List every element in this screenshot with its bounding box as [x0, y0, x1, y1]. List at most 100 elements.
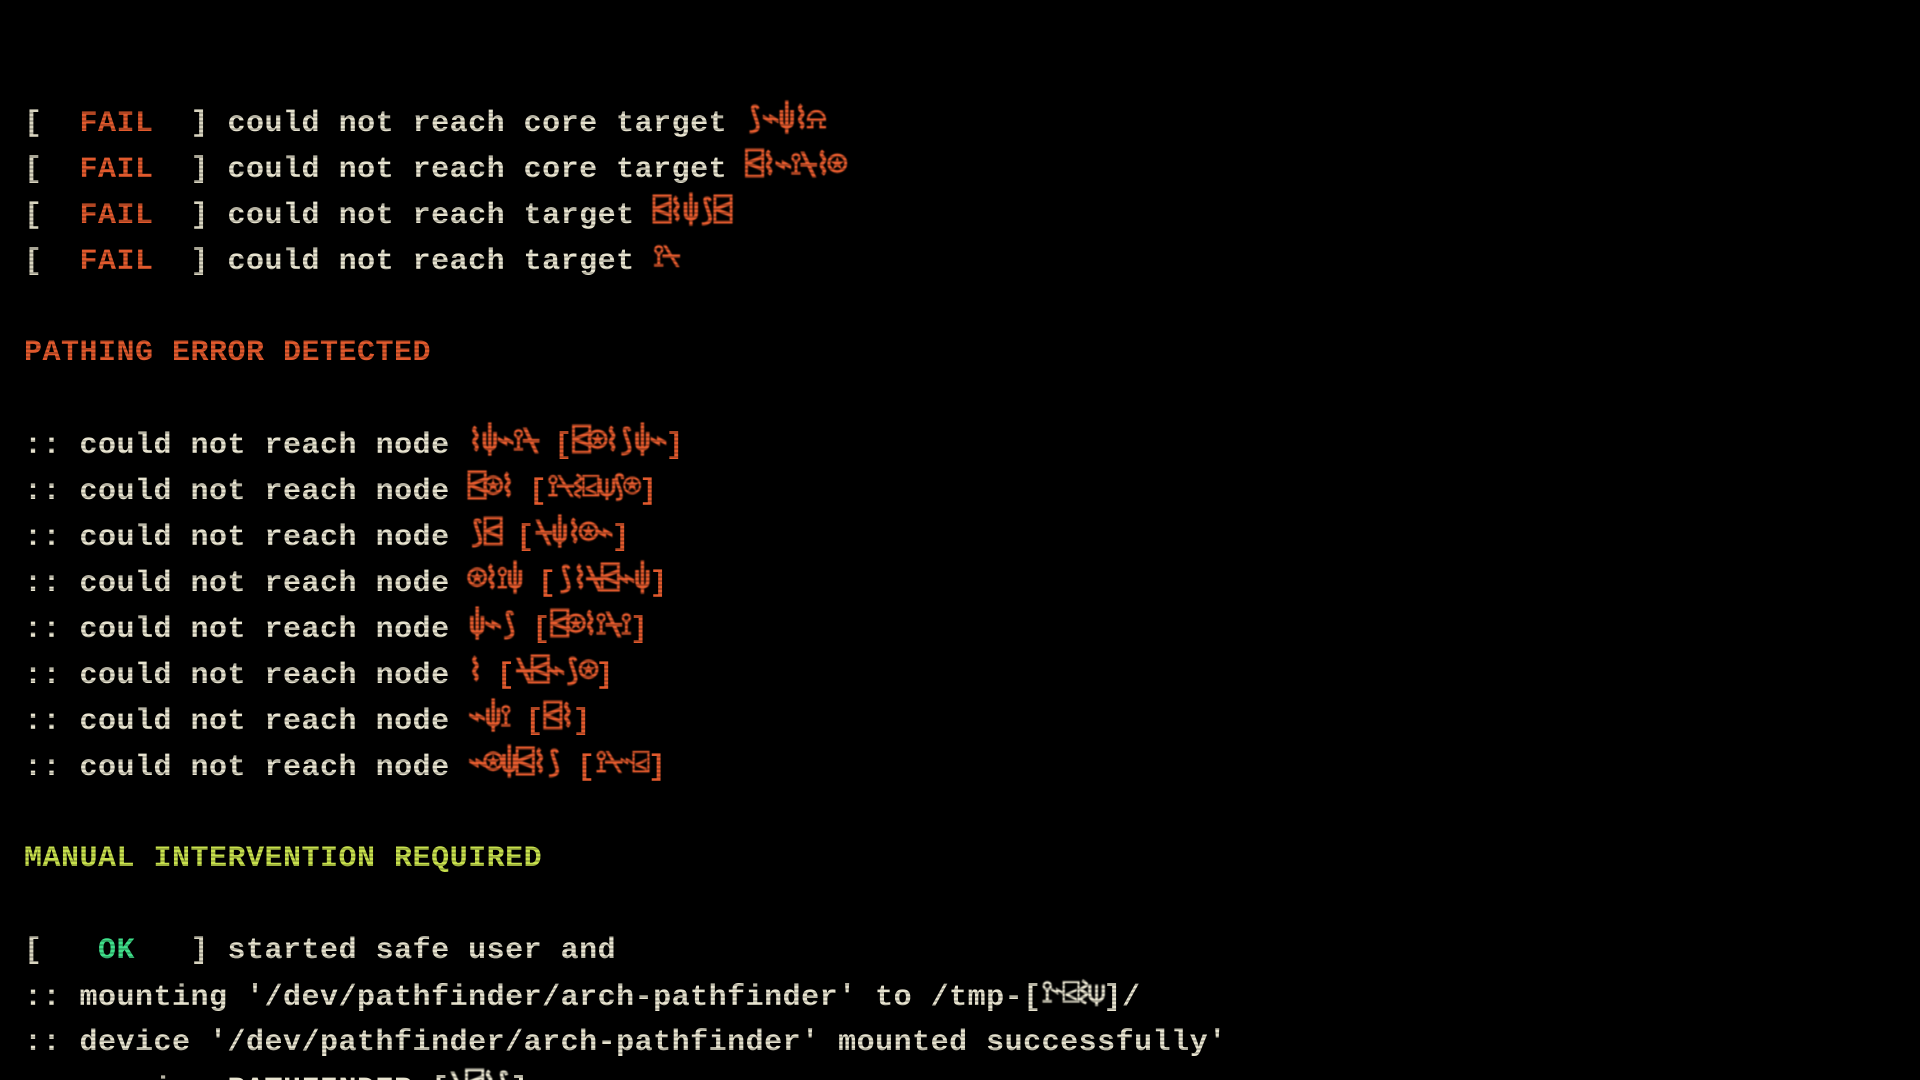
node-error-line: :: could not reach node ⍃⍟⌇ [⟟⍀⌇⍃⍦⟆⍟]: [24, 468, 1896, 514]
corrupt-path-glyph: ⟟⌁⍃⌇⍦: [1042, 972, 1104, 1018]
corrupt-target-glyph: ⟟⍀: [653, 236, 678, 282]
fail-message: could not reach core target: [228, 107, 746, 141]
corrupt-node-addr-glyph: ⍃⌇: [544, 696, 573, 742]
node-error-line: :: could not reach node ⍦⌁⟆ [⍃⍟⌇⟟⍀⟟]: [24, 606, 1896, 652]
info-text-tail: ]/: [1103, 981, 1140, 1015]
node-message: could not reach node: [80, 613, 469, 647]
status-bracket-open: [: [24, 934, 98, 968]
node-message: could not reach node: [80, 429, 469, 463]
line-prefix: ::: [24, 475, 80, 509]
corrupt-node-addr-glyph: ⟟⍀⌁⍃: [596, 742, 648, 788]
node-error-line: :: could not reach node ⟆⍃ [⍀⍦⌇⍟⌁]: [24, 514, 1896, 560]
node-bracket-close: ]: [612, 521, 631, 555]
line-prefix: ::: [24, 429, 80, 463]
boot-fail-line: [ FAIL ] could not reach target ⍃⌇⍦⟆⍃: [24, 192, 1896, 238]
corrupt-target-glyph: ⍃⌇⍦⟆⍃: [653, 190, 730, 236]
node-bracket-open: [: [538, 567, 557, 601]
corrupt-node-id-glyph: ⟆⍃: [468, 512, 516, 558]
node-bracket-open: [: [497, 659, 516, 693]
status-bracket-open: [: [24, 107, 80, 141]
node-message: could not reach node: [80, 751, 469, 785]
status-fail: FAIL: [80, 153, 154, 187]
corrupt-target-glyph: ⍃⌇⌁⟟⍀⌇⍟: [746, 144, 845, 190]
info-text-tail: ]: [510, 1073, 529, 1080]
node-error-line: :: could not reach node ⍟⌇⟟⍦ [⟆⌇⍀⍃⌁⍦]: [24, 560, 1896, 606]
status-fail: FAIL: [80, 199, 154, 233]
corrupt-node-id-glyph: ⌇: [468, 650, 497, 696]
node-message: could not reach node: [80, 705, 469, 739]
node-bracket-close: ]: [630, 613, 649, 647]
node-bracket-open: [: [525, 705, 544, 739]
node-message: could not reach node: [80, 659, 469, 693]
status-ok: OK: [98, 934, 135, 968]
corrupt-node-addr-glyph: ⍀⍃⌁⟆⍟: [515, 650, 595, 696]
info-text: :: mounting '/dev/pathfinder/arch-pathfi…: [24, 981, 1042, 1015]
corrupt-node-addr-glyph: ⍃⍟⌇⟟⍀⟟: [551, 604, 630, 650]
boot-info-line: :: mounting '/dev/pathfinder/arch-pathfi…: [24, 974, 1896, 1020]
manual-intervention-header: MANUAL INTERVENTION REQUIRED: [24, 836, 1896, 882]
status-bracket-close: ]: [154, 245, 228, 279]
status-bracket-close: ]: [154, 153, 228, 187]
node-bracket-close: ]: [648, 751, 667, 785]
boot-info-line: :: running PATHFINDER [⍀⍃⌇⟆]: [24, 1066, 1896, 1080]
boot-info-line: :: device '/dev/pathfinder/arch-pathfind…: [24, 1020, 1896, 1066]
info-text: :: device '/dev/pathfinder/arch-pathfind…: [24, 1026, 1227, 1060]
corrupt-node-addr-glyph: ⟟⍀⌇⍃⍦⟆⍟: [547, 466, 639, 512]
boot-fail-line: [ FAIL ] could not reach core target ⍃⌇⌁…: [24, 146, 1896, 192]
node-message: could not reach node: [80, 567, 469, 601]
manual-intervention-text: MANUAL INTERVENTION REQUIRED: [24, 842, 542, 876]
status-bracket-open: [: [24, 245, 80, 279]
blank-line: [24, 284, 1896, 330]
info-text: :: running PATHFINDER [: [24, 1073, 450, 1080]
node-message: could not reach node: [80, 521, 469, 555]
node-message: could not reach node: [80, 475, 469, 509]
blank-line: [24, 790, 1896, 836]
line-prefix: ::: [24, 567, 80, 601]
corrupt-node-id-glyph: ⍟⌇⟟⍦: [468, 558, 538, 604]
node-bracket-open: [: [516, 521, 535, 555]
node-bracket-open: [: [532, 613, 551, 647]
corrupt-path-glyph: ⍀⍃⌇⟆: [450, 1064, 511, 1080]
line-prefix: ::: [24, 705, 80, 739]
corrupt-node-id-glyph: ⌁⍦⟟: [468, 696, 525, 742]
corrupt-node-id-glyph: ⌇⍦⌁⟟⍀: [468, 420, 554, 466]
blank-line: [24, 882, 1896, 928]
status-bracket-open: [: [24, 199, 80, 233]
boot-fail-line: [ FAIL ] could not reach core target ⟆⌁⍦…: [24, 100, 1896, 146]
corrupt-node-addr-glyph: ⍃⍟⌇⟆⍦⌁: [573, 420, 666, 466]
boot-fail-line: [ FAIL ] could not reach target ⟟⍀: [24, 238, 1896, 284]
status-bracket-close: ]: [135, 934, 228, 968]
node-error-line: :: could not reach node ⌇ [⍀⍃⌁⟆⍟]: [24, 652, 1896, 698]
node-bracket-open: [: [554, 429, 573, 463]
node-error-line: :: could not reach node ⌁⍦⟟ [⍃⌇]: [24, 698, 1896, 744]
node-bracket-close: ]: [596, 659, 615, 693]
node-bracket-open: [: [529, 475, 548, 509]
line-prefix: ::: [24, 751, 80, 785]
node-bracket-open: [: [577, 751, 596, 785]
line-prefix: ::: [24, 613, 80, 647]
corrupt-node-id-glyph: ⍃⍟⌇: [468, 466, 529, 512]
node-bracket-close: ]: [573, 705, 592, 739]
fail-message: could not reach target: [228, 245, 654, 279]
node-bracket-close: ]: [650, 567, 669, 601]
corrupt-node-id-glyph: ⌁⍟⍦⍃⌇⟆: [468, 742, 577, 788]
node-bracket-close: ]: [666, 429, 685, 463]
corrupt-target-glyph: ⟆⌁⍦⌇⍾: [746, 98, 825, 144]
corrupt-node-addr-glyph: ⍀⍦⌇⍟⌁: [535, 512, 612, 558]
boot-terminal: [ FAIL ] could not reach core target ⟆⌁⍦…: [0, 0, 1920, 1080]
node-error-line: :: could not reach node ⌇⍦⌁⟟⍀ [⍃⍟⌇⟆⍦⌁]: [24, 422, 1896, 468]
boot-ok-line: [ OK ] started safe user and: [24, 928, 1896, 974]
pathing-error-text: PATHING ERROR DETECTED: [24, 336, 431, 370]
blank-line: [24, 376, 1896, 422]
fail-message: could not reach target: [228, 199, 654, 233]
node-bracket-close: ]: [639, 475, 658, 509]
node-error-line: :: could not reach node ⌁⍟⍦⍃⌇⟆ [⟟⍀⌁⍃]: [24, 744, 1896, 790]
status-fail: FAIL: [80, 107, 154, 141]
line-prefix: ::: [24, 521, 80, 555]
corrupt-node-addr-glyph: ⟆⌇⍀⍃⌁⍦: [557, 558, 650, 604]
status-bracket-close: ]: [154, 199, 228, 233]
status-fail: FAIL: [80, 245, 154, 279]
pathing-error-header: PATHING ERROR DETECTED: [24, 330, 1896, 376]
status-bracket-open: [: [24, 153, 80, 187]
fail-message: could not reach core target: [228, 153, 746, 187]
